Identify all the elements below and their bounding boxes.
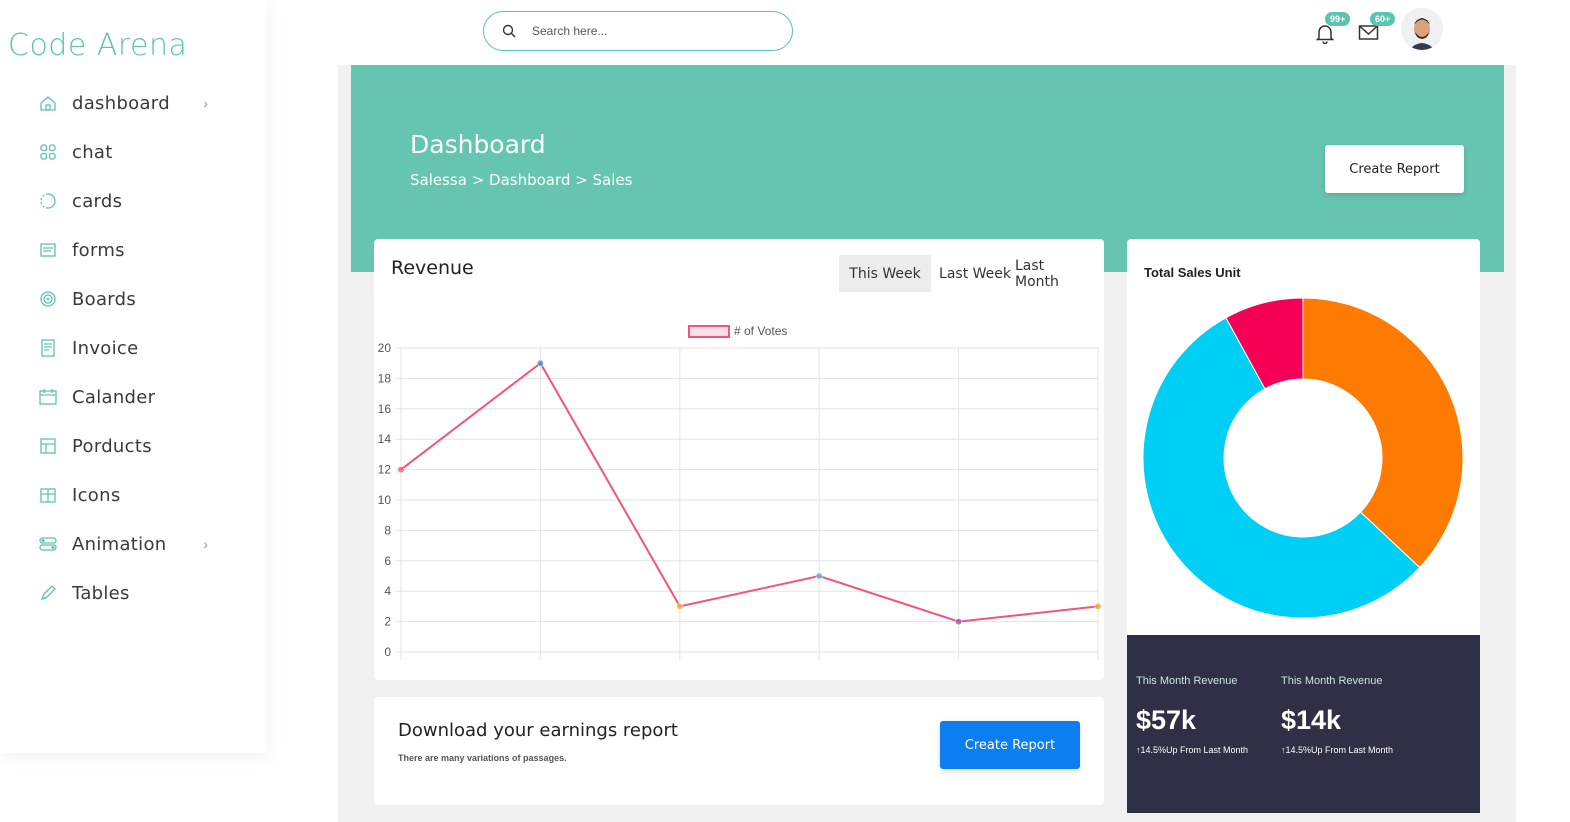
mail-icon[interactable] [1358,24,1380,42]
sidebar-item-label: Animation [72,533,167,555]
revenue-line-chart: # of Votes 0 2 4 6 8 10 12 14 16 18 20 [378,324,1102,660]
search-input[interactable] [532,24,752,38]
products-icon [38,436,58,456]
create-report-button[interactable]: Create Report [1325,145,1464,193]
stat-sub-text: 14.5%Up From Last Month [1285,745,1394,755]
sidebar-item-cards[interactable]: cards [38,186,218,216]
data-point [1094,602,1102,610]
stat-sub-text: 14.5%Up From Last Month [1140,745,1249,755]
avatar-image [1401,8,1443,50]
notifications-badge: 99+ [1325,12,1351,26]
stat-sub: ↑14.5%Up From Last Month [1136,745,1248,755]
tab-this-week[interactable]: This Week [839,255,931,292]
sidebar-item-label: Tables [72,582,130,604]
sidebar-item-label: Calander [72,386,156,408]
data-point [397,466,405,474]
donut-slice [1302,297,1464,569]
avatar[interactable] [1401,8,1443,50]
tab-last-week[interactable]: Last Week [939,255,1011,292]
data-point [815,572,823,580]
sidebar-item-label: Porducts [72,435,152,457]
invoice-icon [38,338,58,358]
sidebar-item-chat[interactable]: chat [38,137,218,167]
tab-last-month[interactable]: Last Month [1015,255,1091,292]
y-tick-label: 10 [378,493,392,507]
y-tick-label: 14 [378,432,392,446]
y-tick-label: 12 [378,463,392,477]
sidebar-item-icons[interactable]: Icons [38,480,218,510]
chevron-right-icon: › [203,95,208,111]
sidebar-item-label: Invoice [72,337,139,359]
sidebar-item-tables[interactable]: Tables [38,578,218,608]
grid-icon [38,142,58,162]
sidebar-item-label: Icons [72,484,121,506]
search-icon [502,24,516,38]
y-tick-label: 6 [384,554,391,568]
y-tick-label: 4 [384,584,391,598]
messages-badge: 60+ [1370,12,1396,26]
sidebar-item-label: chat [72,141,113,163]
sidebar-item-label: forms [72,239,125,261]
data-point [536,359,544,367]
report-subtitle: There are many variations of passages. [398,753,567,763]
stat-label: This Month Revenue [1136,675,1238,687]
sidebar-item-porducts[interactable]: Porducts [38,431,218,461]
y-tick-label: 0 [384,645,391,659]
breadcrumb: Salessa > Dashboard > Sales [410,171,633,189]
sidebar: Code Arena dashboard › chat cards forms Board… [0,0,267,753]
target-icon [38,289,58,309]
app-logo: Code Arena [8,28,188,63]
sidebar-item-label: cards [72,190,123,212]
calendar-icon [38,387,58,407]
sidebar-item-label: dashboard [72,92,170,114]
toggle-icon [38,534,58,554]
sidebar-item-label: Boards [72,288,137,310]
y-tick-label: 18 [378,371,392,385]
sidebar-item-animation[interactable]: Animation › [38,529,218,559]
sales-title: Total Sales Unit [1144,265,1241,280]
pen-icon [38,583,58,603]
stat-sub: ↑14.5%Up From Last Month [1281,745,1393,755]
stat-value: $14k [1281,705,1342,735]
report-title: Download your earnings report [398,720,678,741]
form-icon [38,240,58,260]
series-line [400,361,1099,623]
y-tick-label: 2 [384,615,391,629]
revenue-title: Revenue [391,257,474,279]
icons-icon [38,485,58,505]
legend-swatch [688,325,730,338]
sidebar-item-boards[interactable]: Boards [38,284,218,314]
y-tick-label: 16 [378,402,392,416]
search-box[interactable] [483,11,793,51]
sales-donut-chart [1142,297,1464,619]
data-point [676,602,684,610]
sidebar-item-invoice[interactable]: Invoice [38,333,218,363]
stat-label: This Month Revenue [1281,675,1383,687]
y-tick-label: 8 [384,523,391,537]
home-icon [38,93,58,113]
y-tick-label: 20 [378,341,392,355]
cards-icon [38,191,58,211]
sidebar-item-calander[interactable]: Calander [38,382,218,412]
chevron-right-icon: › [203,536,208,552]
data-point [955,618,963,626]
sidebar-item-dashboard[interactable]: dashboard › [38,88,218,118]
page-title: Dashboard [410,130,546,159]
sidebar-item-forms[interactable]: forms [38,235,218,265]
legend-label: # of Votes [734,324,787,338]
download-report-button[interactable]: Create Report [940,721,1080,769]
stat-value: $57k [1136,705,1197,735]
